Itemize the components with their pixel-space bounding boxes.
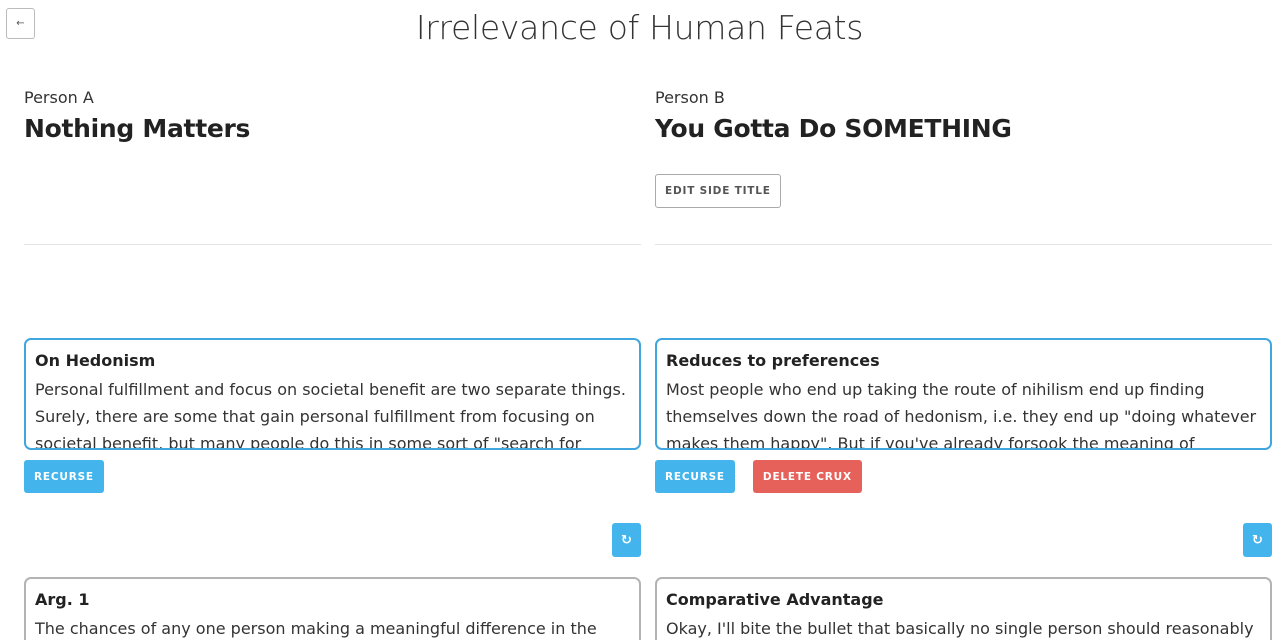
side-title-b: You Gotta Do SOMETHING (655, 114, 1012, 143)
person-label-b: Person B (655, 88, 725, 107)
side-b-column: Person B You Gotta Do SOMETHING EDIT SID… (655, 0, 1272, 640)
recurse-button[interactable]: RECURSE (655, 460, 735, 493)
crux-title: Reduces to preferences (666, 351, 880, 370)
argument-body: Okay, I'll bite the bullet that basicall… (666, 619, 1254, 638)
refresh-icon: ↻ (1252, 532, 1263, 548)
person-label-a: Person A (24, 88, 94, 107)
argument-title: Comparative Advantage (666, 590, 884, 609)
crux-actions-a: RECURSE (24, 460, 104, 493)
crux-card-b[interactable]: Reduces to preferences Most people who e… (655, 338, 1272, 450)
refresh-button[interactable]: ↻ (1243, 523, 1272, 557)
edit-side-title-button[interactable]: EDIT SIDE TITLE (655, 174, 781, 208)
crux-body: Most people who end up taking the route … (666, 380, 1257, 450)
divider (24, 244, 641, 245)
argument-card-a[interactable]: Arg. 1 The chances of any one person mak… (24, 577, 641, 640)
debate-page: ← Irrelevance of Human Feats Person A No… (0, 0, 1279, 640)
argument-title: Arg. 1 (35, 590, 90, 609)
refresh-button[interactable]: ↻ (612, 523, 641, 557)
side-title-a: Nothing Matters (24, 114, 251, 143)
recurse-button[interactable]: RECURSE (24, 460, 104, 493)
crux-actions-b: RECURSE DELETE CRUX (655, 460, 862, 493)
divider (655, 244, 1272, 245)
refresh-icon: ↻ (621, 532, 632, 548)
crux-body: Personal fulfillment and focus on societ… (35, 380, 626, 450)
argument-body: The chances of any one person making a m… (35, 619, 597, 638)
crux-title: On Hedonism (35, 351, 156, 370)
argument-card-b[interactable]: Comparative Advantage Okay, I'll bite th… (655, 577, 1272, 640)
side-a-column: Person A Nothing Matters On Hedonism Per… (24, 0, 641, 640)
delete-crux-button[interactable]: DELETE CRUX (752, 460, 862, 493)
crux-card-a[interactable]: On Hedonism Personal fulfillment and foc… (24, 338, 641, 450)
